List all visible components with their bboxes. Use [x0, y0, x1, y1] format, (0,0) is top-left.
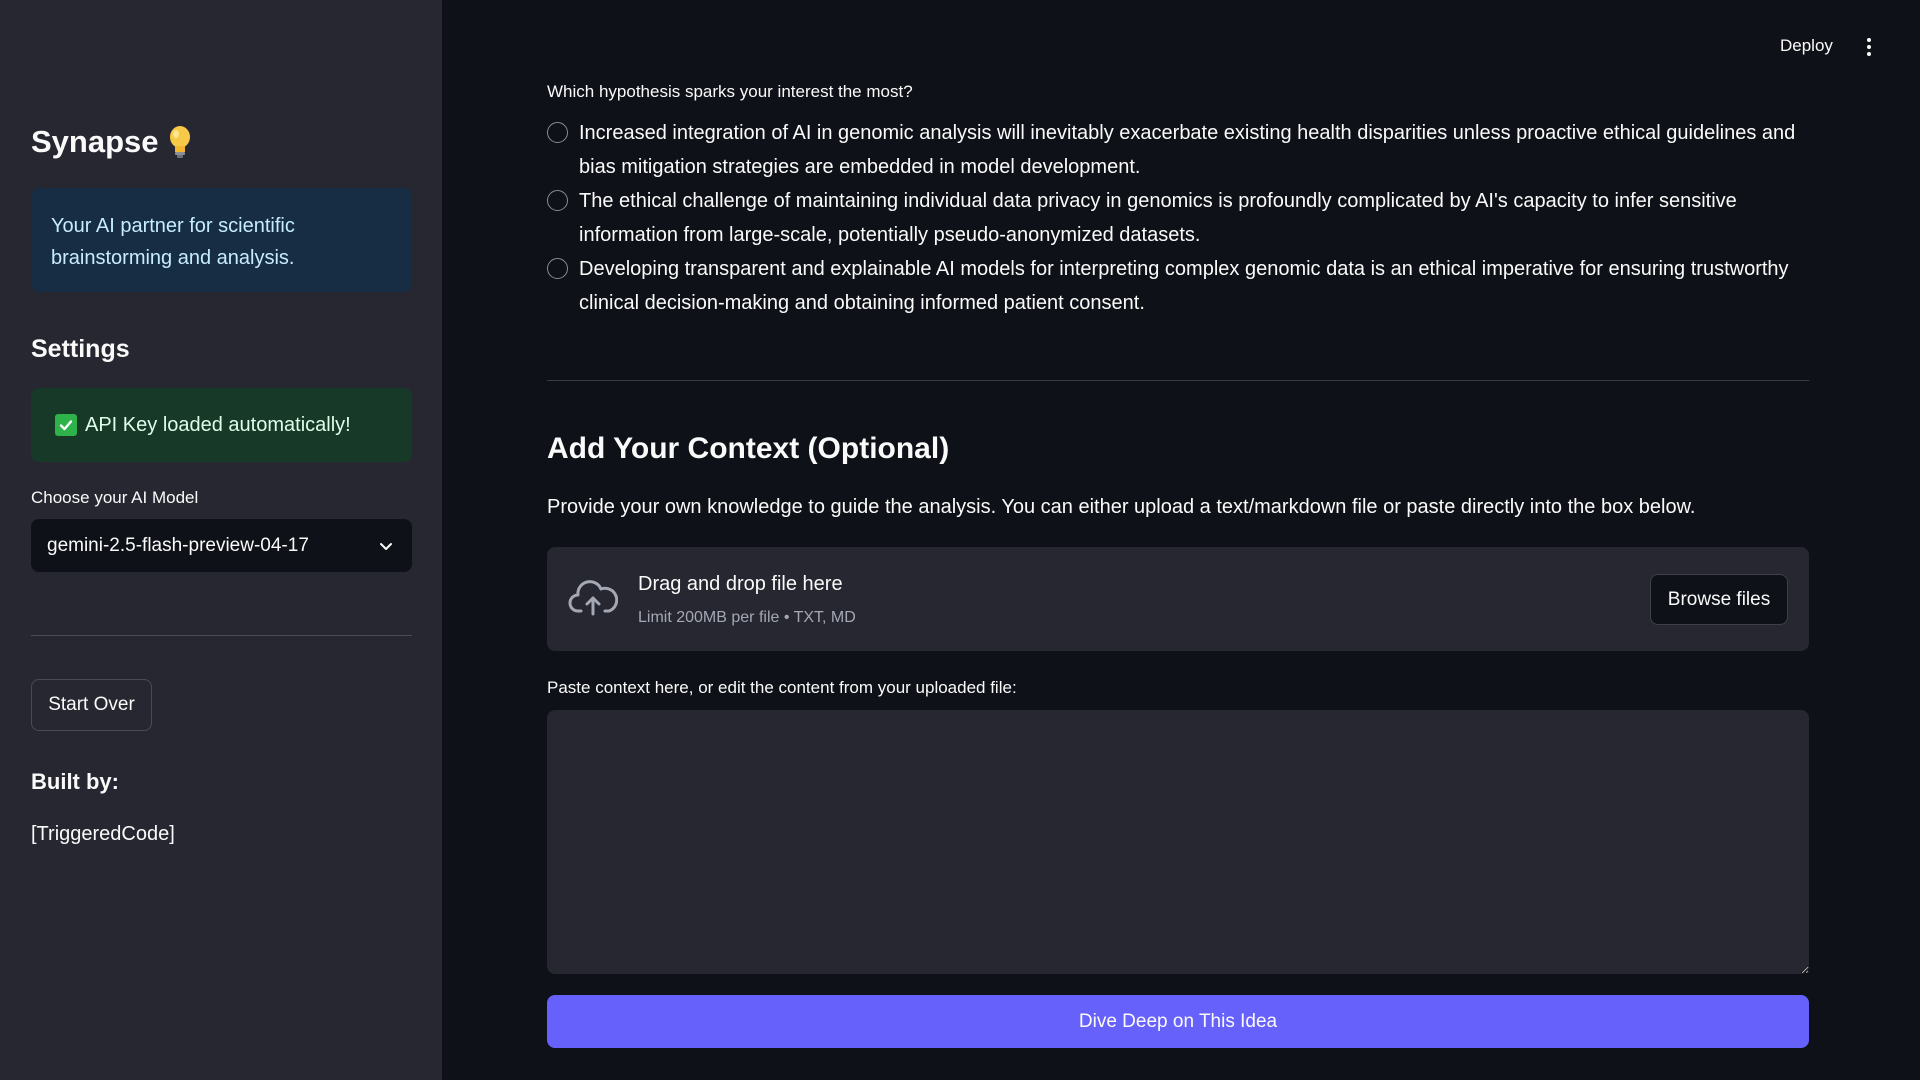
context-textarea-label: Paste context here, or edit the content … [547, 678, 1017, 697]
radio-button[interactable] [547, 258, 568, 279]
info-alert: Your AI partner for scientific brainstor… [31, 188, 412, 292]
more-menu-icon[interactable] [1862, 36, 1876, 58]
file-uploader-dropzone[interactable]: Drag and drop file here Limit 200MB per … [547, 547, 1809, 651]
hypothesis-option[interactable]: Increased integration of AI in genomic a… [547, 116, 1807, 184]
context-textarea[interactable] [547, 710, 1809, 974]
chevron-down-icon [380, 542, 392, 550]
dropzone-title: Drag and drop file here [638, 573, 843, 595]
radio-button[interactable] [547, 190, 568, 211]
start-over-button[interactable]: Start Over [31, 679, 152, 731]
sidebar-brand: Synapse [31, 124, 193, 160]
hypothesis-option[interactable]: Developing transparent and explainable A… [547, 252, 1807, 320]
model-select[interactable]: gemini-2.5-flash-preview-04-17 [31, 519, 412, 572]
radio-button[interactable] [547, 122, 568, 143]
hypothesis-option-label: Increased integration of AI in genomic a… [579, 122, 1796, 178]
context-description: Provide your own knowledge to guide the … [547, 496, 1696, 518]
api-status-alert: API Key loaded automatically! [31, 388, 412, 462]
main-divider [547, 380, 1809, 381]
dropzone-limit: Limit 200MB per file • TXT, MD [638, 609, 856, 626]
settings-heading: Settings [31, 335, 130, 363]
info-text: Your AI partner for scientific brainstor… [51, 215, 295, 269]
browse-files-button[interactable]: Browse files [1650, 574, 1788, 625]
hypothesis-option[interactable]: The ethical challenge of maintaining ind… [547, 184, 1807, 252]
hypothesis-option-label: The ethical challenge of maintaining ind… [579, 190, 1737, 246]
check-icon [55, 414, 77, 436]
hypothesis-option-label: Developing transparent and explainable A… [579, 258, 1789, 314]
built-by-heading: Built by: [31, 769, 119, 794]
sidebar-divider [31, 635, 412, 636]
hypothesis-question: Which hypothesis sparks your interest th… [547, 82, 913, 101]
model-select-value: gemini-2.5-flash-preview-04-17 [47, 534, 309, 556]
dive-deep-button[interactable]: Dive Deep on This Idea [547, 995, 1809, 1048]
built-by-value: [TriggeredCode] [31, 823, 175, 845]
hypothesis-radio-group: Increased integration of AI in genomic a… [547, 116, 1807, 320]
deploy-button[interactable]: Deploy [1780, 36, 1833, 56]
app-root: Synapse Your AI partner for scientific b… [0, 0, 1920, 1080]
sidebar: Synapse Your AI partner for scientific b… [0, 0, 442, 1080]
cloud-upload-icon [568, 580, 618, 616]
api-status-text: API Key loaded automatically! [85, 413, 351, 436]
brand-title: Synapse [31, 124, 159, 159]
context-heading: Add Your Context (Optional) [547, 432, 950, 465]
model-select-label: Choose your AI Model [31, 488, 199, 507]
lightbulb-icon [169, 126, 190, 158]
